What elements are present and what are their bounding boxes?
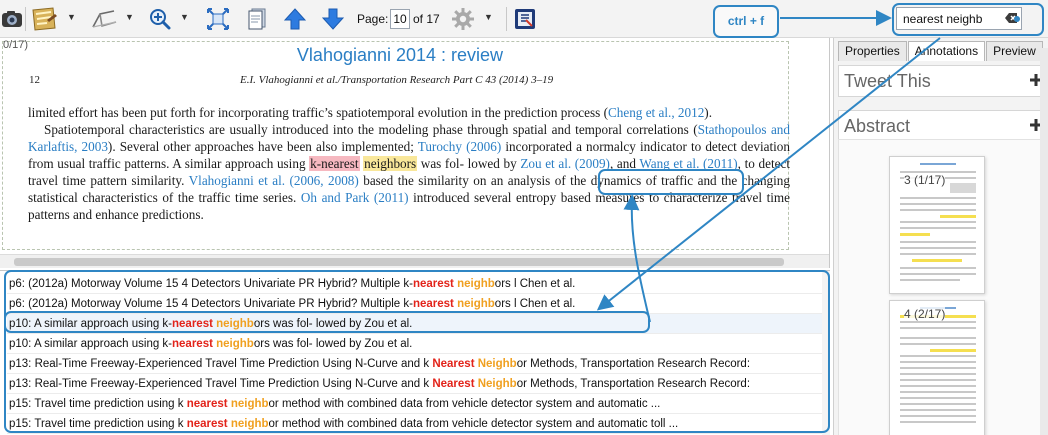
scan-icon[interactable] <box>512 6 538 32</box>
text: was fol- lowed by <box>417 156 521 171</box>
search-result-row-selected[interactable]: p10: A similar approach using k-nearest … <box>7 314 827 334</box>
panel-tabs: Properties Annotations Preview <box>838 41 1044 61</box>
shortcut-callout: ctrl + f <box>713 5 779 38</box>
tab-properties[interactable]: Properties <box>838 41 907 61</box>
zoom-dropdown-icon[interactable]: ▼ <box>180 13 189 22</box>
page-number: 12 <box>29 74 40 86</box>
search-result-row[interactable]: p13: Real-Time Freeway-Experienced Trave… <box>7 354 827 374</box>
running-head: E.I. Vlahogianni et al./Transportation R… <box>240 74 554 86</box>
search-results-list: p6: (2012a) Motorway Volume 15 4 Detecto… <box>0 270 830 435</box>
fit-page-icon[interactable] <box>204 6 232 32</box>
toolbar-separator <box>506 7 507 31</box>
right-panel: Properties Annotations Preview Tweet Thi… <box>833 38 1048 435</box>
panel-scrollbar[interactable] <box>1040 48 1048 435</box>
paragraph: limited effort has been put forth for in… <box>28 104 790 121</box>
camera-icon[interactable] <box>0 6 24 32</box>
page-thumbnails: 3 (1/17) 4 (2/17) <box>838 139 1048 435</box>
thumbnail-label: 4 (2/17) <box>904 307 946 321</box>
search-result-row[interactable]: p6: (2012a) Motorway Volume 15 4 Detecto… <box>7 294 827 314</box>
results-scrollbar[interactable] <box>822 271 830 435</box>
search-result-row[interactable]: p15: Travel time prediction using k near… <box>7 414 827 434</box>
highlighter-icon[interactable] <box>88 6 120 32</box>
scrollbar-thumb[interactable] <box>14 258 784 266</box>
text: ). Several other approaches have been al… <box>107 139 418 154</box>
settings-dropdown-icon[interactable]: ▼ <box>484 13 493 22</box>
text: , and <box>609 156 640 171</box>
text: limited effort has been put forth for in… <box>28 105 608 120</box>
toolbar-separator <box>25 7 26 31</box>
body-text: limited effort has been put forth for in… <box>28 104 790 223</box>
notes-dropdown-icon[interactable]: ▼ <box>67 13 76 22</box>
tab-annotations[interactable]: Annotations <box>907 41 986 61</box>
document-title: Vlahogianni 2014 : review <box>296 45 504 65</box>
horizontal-scrollbar[interactable] <box>0 254 829 268</box>
paragraph: Spatiotemporal characteristics are usual… <box>28 121 790 223</box>
clear-icon[interactable] <box>1004 11 1018 25</box>
citation-link[interactable]: Wang et al. (2011) <box>639 156 737 171</box>
search-highlight: neighbors <box>363 156 418 171</box>
page-icon[interactable] <box>244 6 270 32</box>
thumbnail-label: 3 (1/17) <box>904 173 946 187</box>
text: Spatiotemporal characteristics are usual… <box>44 122 698 137</box>
search-result-row[interactable]: p13: Real-Time Freeway-Experienced Trave… <box>7 374 827 394</box>
search-result-row[interactable]: p6: (2012a) Motorway Volume 15 4 Detecto… <box>7 274 827 294</box>
document-viewer[interactable]: 0/17) Vlahogianni 2014 : review 12 E.I. … <box>0 38 830 268</box>
section-title: Abstract <box>844 116 911 136</box>
page-thumbnail[interactable]: 3 (1/17) <box>889 156 985 294</box>
notes-icon[interactable] <box>27 6 61 32</box>
text: ). <box>704 105 712 120</box>
citation-link[interactable]: Zou et al. (2009) <box>520 156 610 171</box>
search-highlight-current: k-nearest <box>309 156 360 171</box>
search-result-row[interactable]: p15: Travel time prediction using k near… <box>7 394 827 414</box>
highlighter-dropdown-icon[interactable]: ▼ <box>125 13 134 22</box>
page-label: Page: <box>357 12 389 26</box>
section-tweet-this[interactable]: Tweet This <box>838 65 1048 97</box>
citation-link[interactable]: Oh and Park (2011) <box>301 190 409 205</box>
toolbar: ▼ ▼ ▼ Page: of 17 ▼ <box>0 0 1048 38</box>
citation-link[interactable]: Vlahogianni et al. (2006, 2008) <box>189 173 359 188</box>
page-thumbnail[interactable]: 4 (2/17) <box>889 300 985 435</box>
page-number-input[interactable] <box>390 9 410 29</box>
settings-icon[interactable] <box>450 6 476 32</box>
citation-link[interactable]: Cheng et al., 2012 <box>608 105 704 120</box>
search-result-row[interactable]: p10: A similar approach using k-nearest … <box>7 334 827 354</box>
arrow-down-icon[interactable] <box>320 6 346 32</box>
section-abstract[interactable]: Abstract <box>838 110 1048 142</box>
tab-preview[interactable]: Preview <box>986 41 1043 61</box>
citation-link[interactable]: Turochy (2006) <box>418 139 501 154</box>
zoom-icon[interactable] <box>146 6 174 32</box>
section-title: Tweet This <box>844 71 931 91</box>
page-count: of 17 <box>413 12 440 26</box>
arrow-up-icon[interactable] <box>282 6 308 32</box>
